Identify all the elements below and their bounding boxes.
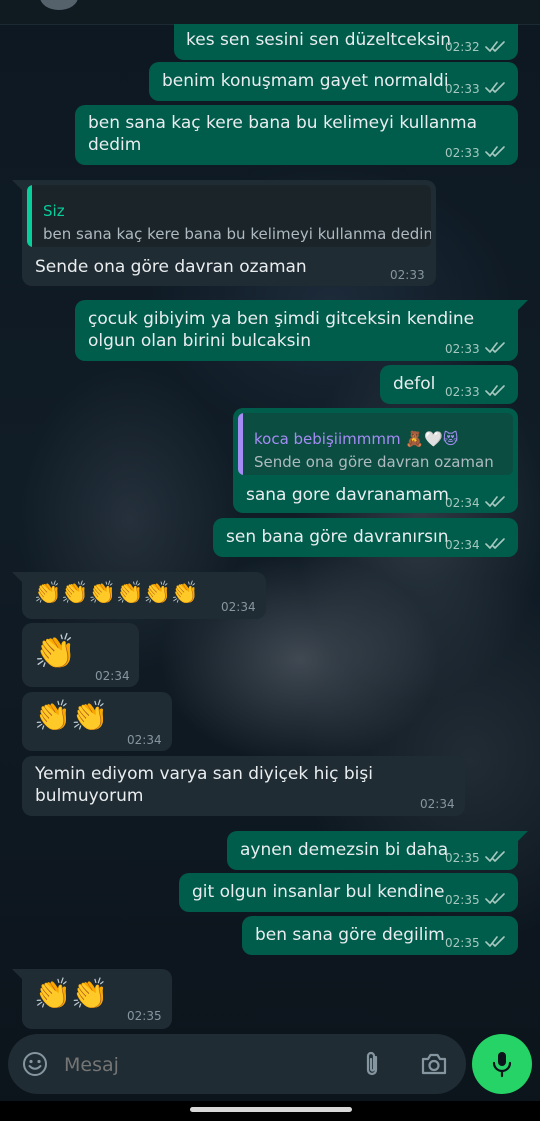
quote-bar — [27, 185, 32, 247]
outgoing-message[interactable]: kes sen sesini sen düzeltceksin 02:32 — [174, 24, 518, 60]
double-check-icon — [485, 893, 505, 904]
message-time: 02:35 — [445, 893, 480, 907]
incoming-message[interactable]: 👏👏 02:35 — [22, 969, 172, 1029]
double-check-icon — [485, 82, 505, 93]
message-text: sen bana göre davranırsın — [226, 527, 449, 547]
clap-emoji: 👏👏 — [34, 699, 109, 734]
message-text: sana gore davranamam — [246, 485, 449, 505]
quote-text: ben sana kaç kere bana bu kelimeyi kulla… — [43, 225, 431, 243]
message-text: benim konuşmam gayet normaldi — [162, 71, 449, 91]
double-check-icon — [485, 538, 505, 549]
message-time: 02:34 — [420, 797, 455, 811]
message-text: ben sana göre degilim — [255, 925, 445, 945]
double-check-icon — [485, 41, 505, 52]
message-input[interactable] — [62, 1048, 346, 1082]
message-text: defol — [393, 374, 436, 394]
attach-icon[interactable] — [361, 1050, 383, 1078]
bubble-tail — [12, 180, 22, 190]
emoji-icon[interactable] — [22, 1051, 48, 1077]
outgoing-message[interactable]: çocuk gibiyim ya ben şimdi gitceksin ken… — [75, 300, 518, 361]
bubble-tail — [518, 300, 528, 310]
camera-icon[interactable] — [420, 1052, 448, 1076]
message-time: 02:35 — [445, 851, 480, 865]
quote-text: Sende ona göre davran ozaman — [254, 453, 494, 471]
incoming-message[interactable]: 👏👏 02:34 — [22, 692, 172, 751]
message-time: 02:35 — [127, 1009, 162, 1023]
message-time: 02:32 — [445, 40, 480, 54]
message-time: 02:33 — [445, 82, 480, 96]
message-text-line-2: olgun olan birini bulcaksin — [88, 331, 311, 351]
message-time: 02:33 — [445, 146, 480, 160]
message-text-line-1: Yemin ediyom varya san diyiçek hiç bişi — [35, 764, 373, 784]
message-text-line-1: çocuk gibiyim ya ben şimdi gitceksin ken… — [88, 309, 475, 329]
mic-button[interactable] — [472, 1034, 532, 1094]
bubble-tail — [12, 969, 22, 979]
double-check-icon — [485, 496, 505, 507]
quote-bar — [238, 413, 243, 475]
home-gesture-pill[interactable] — [190, 1107, 352, 1112]
message-time: 02:34 — [445, 496, 480, 510]
double-check-icon — [485, 385, 505, 396]
incoming-message[interactable]: 👏 02:34 — [22, 623, 139, 687]
message-text: Sende ona göre davran ozaman — [35, 257, 307, 277]
chat-header[interactable] — [0, 0, 540, 25]
incoming-message[interactable]: Yemin ediyom varya san diyiçek hiç bişi … — [22, 756, 465, 816]
message-time: 02:33 — [445, 385, 480, 399]
outgoing-message[interactable]: aynen demezsin bi daha 02:35 — [227, 831, 518, 870]
message-text-line-1: ben sana kaç kere bana bu kelimeyi kulla… — [88, 113, 478, 133]
incoming-message[interactable]: 👏👏👏👏👏👏 02:34 — [22, 572, 266, 619]
outgoing-message[interactable]: koca bebişiimmmm 🧸🤍😻 Sende ona göre davr… — [233, 408, 518, 513]
clap-emoji: 👏👏👏👏👏👏 — [34, 581, 199, 606]
clap-emoji: 👏 — [34, 632, 77, 672]
incoming-message[interactable]: Siz ben sana kaç kere bana bu kelimeyi k… — [22, 180, 436, 286]
message-composer[interactable] — [8, 1034, 466, 1094]
message-time: 02:34 — [95, 669, 130, 683]
double-check-icon — [485, 146, 505, 157]
message-time: 02:35 — [445, 936, 480, 950]
double-check-icon — [485, 342, 505, 353]
message-time: 02:33 — [445, 342, 480, 356]
outgoing-message[interactable]: benim konuşmam gayet normaldi 02:33 — [149, 62, 518, 101]
message-text-line-2: bulmuyorum — [35, 786, 144, 806]
message-time: 02:33 — [390, 268, 425, 282]
clap-emoji: 👏👏 — [34, 977, 109, 1012]
message-text: aynen demezsin bi daha — [240, 840, 449, 860]
message-text-line-2: dedim — [88, 135, 142, 155]
message-text: kes sen sesini sen düzeltceksin — [186, 30, 452, 50]
outgoing-message[interactable]: defol 02:33 — [380, 365, 518, 404]
double-check-icon — [485, 851, 505, 862]
message-time: 02:34 — [221, 600, 256, 614]
outgoing-message[interactable]: git olgun insanlar bul kendine 02:35 — [179, 873, 518, 912]
quoted-message[interactable]: koca bebişiimmmm 🧸🤍😻 Sende ona göre davr… — [238, 413, 513, 475]
message-time: 02:34 — [445, 538, 480, 552]
quoted-message[interactable]: Siz ben sana kaç kere bana bu kelimeyi k… — [27, 185, 431, 247]
contact-avatar[interactable] — [40, 0, 78, 10]
quote-author: Siz — [43, 202, 65, 220]
mic-icon — [492, 1052, 512, 1078]
message-text: git olgun insanlar bul kendine — [192, 882, 445, 902]
outgoing-message[interactable]: ben sana kaç kere bana bu kelimeyi kulla… — [75, 105, 518, 165]
outgoing-message[interactable]: ben sana göre degilim 02:35 — [242, 916, 518, 955]
quote-author: koca bebişiimmmm 🧸🤍😻 — [254, 430, 459, 448]
double-check-icon — [485, 936, 505, 947]
bubble-tail — [12, 572, 22, 582]
outgoing-message[interactable]: sen bana göre davranırsın 02:34 — [213, 518, 518, 557]
message-time: 02:34 — [127, 733, 162, 747]
bubble-tail — [518, 831, 528, 841]
